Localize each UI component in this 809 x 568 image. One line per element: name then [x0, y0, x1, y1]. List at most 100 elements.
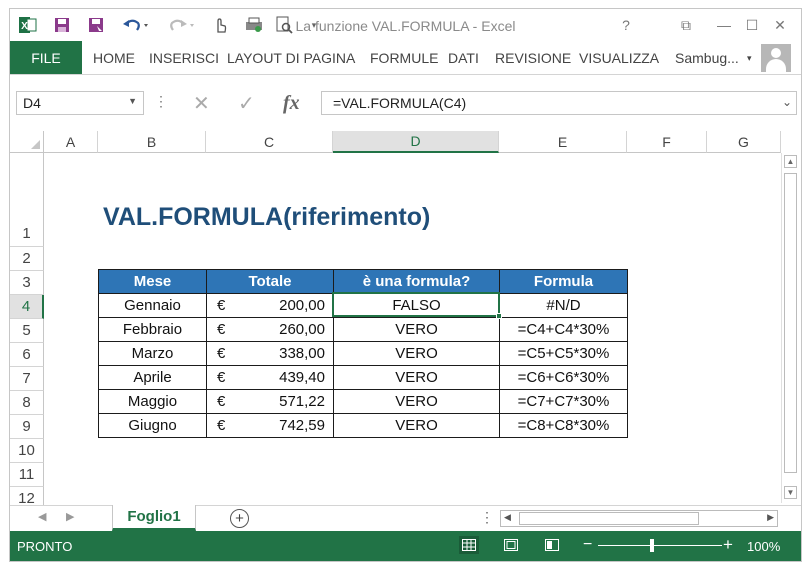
zoom-slider-track[interactable] [598, 545, 722, 546]
tab-inserisci[interactable]: INSERISCI [149, 50, 219, 66]
tab-revisione[interactable]: REVISIONE [495, 50, 571, 66]
cell-formula[interactable]: =C8+C8*30% [499, 413, 628, 438]
help-button[interactable]: ? [614, 15, 638, 35]
cell-mese[interactable]: Maggio [98, 389, 207, 414]
close-button[interactable]: ✕ [768, 15, 792, 35]
tab-layout-di-pagina[interactable]: LAYOUT DI PAGINA [227, 50, 355, 66]
chevron-down-icon[interactable]: ▼ [128, 96, 137, 106]
vertical-scrollbar[interactable]: ▲ ▼ [781, 153, 798, 503]
scroll-right-icon[interactable]: ▶ [767, 512, 774, 523]
page-break-view-icon[interactable] [542, 536, 562, 554]
row-header-1[interactable]: 1 [10, 153, 44, 247]
sheet-tab-foglio1[interactable]: Foglio1 [112, 505, 196, 531]
row-header-7[interactable]: 7 [10, 367, 44, 391]
cell-totale[interactable]: €260,00 [206, 317, 334, 342]
add-sheet-icon[interactable]: + [230, 509, 249, 528]
tab-splitter-icon[interactable]: ⋮ [480, 509, 494, 526]
insert-function-icon[interactable]: fx [283, 91, 300, 115]
zoom-out-button[interactable]: − [583, 536, 592, 554]
column-header-f[interactable]: F [627, 131, 707, 153]
row-header-9[interactable]: 9 [10, 415, 44, 439]
horizontal-scrollbar[interactable]: ◀ ▶ [500, 510, 778, 527]
scroll-down-icon[interactable]: ▼ [784, 486, 797, 499]
cell-mese[interactable]: Aprile [98, 365, 207, 390]
cell-totale[interactable]: €571,22 [206, 389, 334, 414]
sheet-heading[interactable]: VAL.FORMULA(riferimento) [103, 203, 430, 232]
column-header-b[interactable]: B [98, 131, 206, 153]
cell-formula[interactable]: =C5+C5*30% [499, 341, 628, 366]
next-sheet-icon[interactable]: ▶ [66, 510, 74, 523]
ribbon-display-button[interactable]: ⧉ [674, 15, 698, 35]
formula-bar-grip-icon[interactable]: ⋮ [154, 93, 168, 110]
cell-formula[interactable]: =C7+C7*30% [499, 389, 628, 414]
cell-totale-value: 338,00 [279, 345, 325, 362]
fill-handle[interactable] [496, 313, 502, 319]
cell-formula[interactable]: #N/D [499, 293, 628, 318]
user-name[interactable]: Sambug... [675, 50, 739, 66]
active-cell-selection[interactable] [332, 292, 502, 319]
minimize-button[interactable]: — [712, 15, 736, 35]
row-header-10[interactable]: 10 [10, 439, 44, 463]
user-menu-chevron-icon[interactable]: ▾ [747, 53, 752, 64]
tab-home[interactable]: HOME [93, 50, 135, 66]
header-totale[interactable]: Totale [206, 269, 334, 294]
row-header-12[interactable]: 12 [10, 487, 44, 505]
cell-is-formula[interactable]: VERO [333, 317, 500, 342]
formula-input[interactable]: =VAL.FORMULA(C4) ⌄ [321, 91, 797, 115]
cell-is-formula[interactable]: VERO [333, 365, 500, 390]
header-is-formula[interactable]: è una formula? [333, 269, 500, 294]
prev-sheet-icon[interactable]: ◀ [38, 510, 46, 523]
formula-bar: D4 ▼ ⋮ ✕ ✓ fx =VAL.FORMULA(C4) ⌄ [10, 75, 801, 131]
cancel-icon[interactable]: ✕ [193, 91, 210, 115]
formula-text: =VAL.FORMULA(C4) [333, 95, 467, 111]
name-box[interactable]: D4 ▼ [16, 91, 144, 115]
avatar[interactable] [761, 44, 791, 72]
row-header-6[interactable]: 6 [10, 343, 44, 367]
zoom-slider-thumb[interactable] [650, 539, 654, 552]
cell-formula[interactable]: =C4+C4*30% [499, 317, 628, 342]
select-all-button[interactable] [10, 131, 44, 153]
row-header-11[interactable]: 11 [10, 463, 44, 487]
page-layout-view-icon[interactable] [501, 536, 521, 554]
vertical-scroll-thumb[interactable] [784, 173, 797, 473]
scroll-up-icon[interactable]: ▲ [784, 155, 797, 168]
tab-formule[interactable]: FORMULE [370, 50, 438, 66]
column-header-e[interactable]: E [499, 131, 627, 153]
row-header-5[interactable]: 5 [10, 319, 44, 343]
table-row: Aprile €439,40 VERO =C6+C6*30% [98, 365, 628, 390]
expand-formula-bar-icon[interactable]: ⌄ [782, 95, 792, 109]
cell-totale[interactable]: €742,59 [206, 413, 334, 438]
spreadsheet-grid[interactable]: A B C D E F G 1 2 3 4 5 6 7 8 9 10 11 12… [10, 131, 801, 505]
row-header-4[interactable]: 4 [10, 295, 44, 319]
cell-mese[interactable]: Marzo [98, 341, 207, 366]
cell-formula[interactable]: =C6+C6*30% [499, 365, 628, 390]
tab-file[interactable]: FILE [10, 41, 82, 74]
cell-is-formula[interactable]: VERO [333, 389, 500, 414]
zoom-in-button[interactable]: + [723, 535, 733, 555]
horizontal-scroll-thumb[interactable] [519, 512, 699, 525]
header-formula[interactable]: Formula [499, 269, 628, 294]
column-header-c[interactable]: C [206, 131, 333, 153]
row-header-2[interactable]: 2 [10, 247, 44, 271]
scroll-left-icon[interactable]: ◀ [504, 512, 511, 523]
cell-totale[interactable]: €439,40 [206, 365, 334, 390]
normal-view-icon[interactable] [459, 536, 479, 554]
row-header-8[interactable]: 8 [10, 391, 44, 415]
cell-mese[interactable]: Giugno [98, 413, 207, 438]
enter-icon[interactable]: ✓ [238, 91, 255, 115]
cell-mese[interactable]: Febbraio [98, 317, 207, 342]
cell-is-formula[interactable]: VERO [333, 413, 500, 438]
header-mese[interactable]: Mese [98, 269, 207, 294]
zoom-level[interactable]: 100% [747, 539, 780, 554]
cell-totale[interactable]: €200,00 [206, 293, 334, 318]
column-header-g[interactable]: G [707, 131, 781, 153]
maximize-button[interactable]: ☐ [740, 15, 764, 35]
cell-mese[interactable]: Gennaio [98, 293, 207, 318]
cell-is-formula[interactable]: VERO [333, 341, 500, 366]
row-header-3[interactable]: 3 [10, 271, 44, 295]
tab-dati[interactable]: DATI [448, 50, 479, 66]
tab-visualizza[interactable]: VISUALIZZA [579, 50, 659, 66]
column-header-a[interactable]: A [44, 131, 98, 153]
cell-totale[interactable]: €338,00 [206, 341, 334, 366]
column-header-d[interactable]: D [333, 131, 499, 153]
